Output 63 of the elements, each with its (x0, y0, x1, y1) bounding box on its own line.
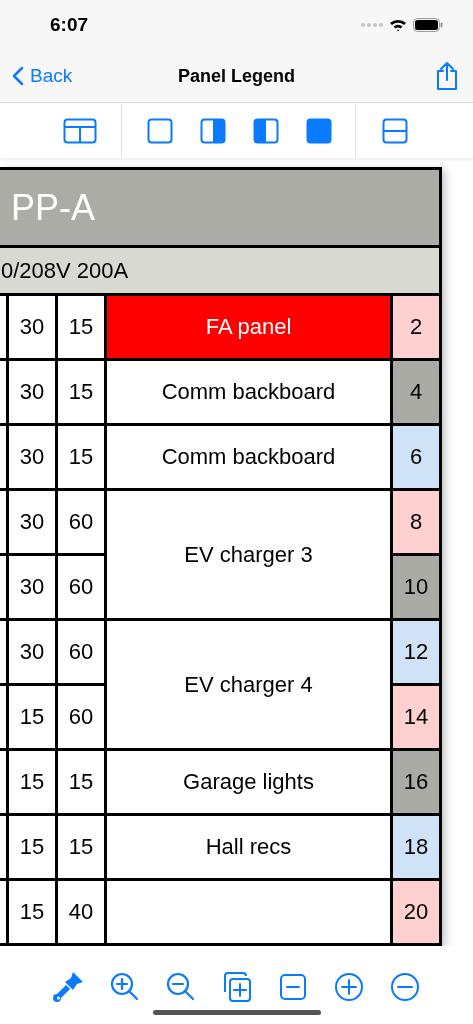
table-cell: 30 (9, 426, 55, 488)
square-left-half-icon[interactable] (253, 117, 279, 144)
battery-icon (413, 18, 443, 32)
table-cell: 30 (9, 361, 55, 423)
circuit-number: 8 (393, 491, 439, 553)
table-cell (0, 426, 6, 488)
circuit-number: 10 (393, 556, 439, 618)
table-cell: 60 (58, 686, 104, 748)
table-cell: 60 (58, 621, 104, 683)
table-cell: 15 (58, 816, 104, 878)
square-right-half-icon[interactable] (200, 117, 226, 144)
load-cell: FA panel (107, 296, 390, 358)
table-cell (0, 621, 6, 683)
wifi-icon (389, 18, 407, 32)
status-time: 6:07 (50, 14, 89, 36)
table-cell: 30 (9, 296, 55, 358)
table-cell: 60 (58, 556, 104, 618)
table-cell: 15 (9, 686, 55, 748)
load-cell: Comm backboard (107, 426, 390, 488)
table-cell (0, 491, 6, 553)
table-cell (0, 361, 6, 423)
circuit-number: 2 (393, 296, 439, 358)
table-cell: 30 (9, 491, 55, 553)
panel-name: PP-A (11, 186, 96, 229)
table-cell: 30 (9, 556, 55, 618)
circuit-number: 6 (393, 426, 439, 488)
table-cell (0, 751, 6, 813)
panel-rating: 0/208V 200A (1, 257, 129, 284)
load-cell: Comm backboard (107, 361, 390, 423)
table-cell: 40 (58, 881, 104, 943)
table-cell (0, 881, 6, 943)
table-cell: 15 (9, 816, 55, 878)
circuit-number: 14 (393, 686, 439, 748)
load-cell: EV charger 3 (107, 491, 390, 618)
load-cell: Hall recs (107, 816, 390, 878)
table-cell: 15 (9, 751, 55, 813)
circuit-number: 20 (393, 881, 439, 943)
load-cell: EV charger 4 (107, 621, 390, 748)
chevron-left-icon (12, 66, 24, 86)
circuit-number: 4 (393, 361, 439, 423)
table-cell: 60 (58, 491, 104, 553)
table-cell: 15 (58, 751, 104, 813)
split-horizontal-icon[interactable] (382, 117, 408, 144)
circuit-number: 16 (393, 751, 439, 813)
nav-title: Panel Legend (178, 65, 295, 86)
layout-icon[interactable] (63, 117, 97, 144)
cellular-signal-icon (361, 22, 383, 28)
table-cell (0, 816, 6, 878)
circuit-number: 12 (393, 621, 439, 683)
table-cell (0, 686, 6, 748)
table-cell (0, 556, 6, 618)
filled-square-icon[interactable] (306, 117, 332, 144)
table-cell: 15 (9, 881, 55, 943)
share-button[interactable] (435, 61, 459, 91)
table-cell: 30 (9, 621, 55, 683)
table-cell: 15 (58, 296, 104, 358)
table-cell (0, 296, 6, 358)
table-cell: 15 (58, 361, 104, 423)
table-cell: 15 (58, 426, 104, 488)
square-outline-icon[interactable] (147, 117, 173, 144)
back-button[interactable]: Back (12, 65, 73, 87)
circuit-number: 18 (393, 816, 439, 878)
load-cell: Garage lights (107, 751, 390, 813)
